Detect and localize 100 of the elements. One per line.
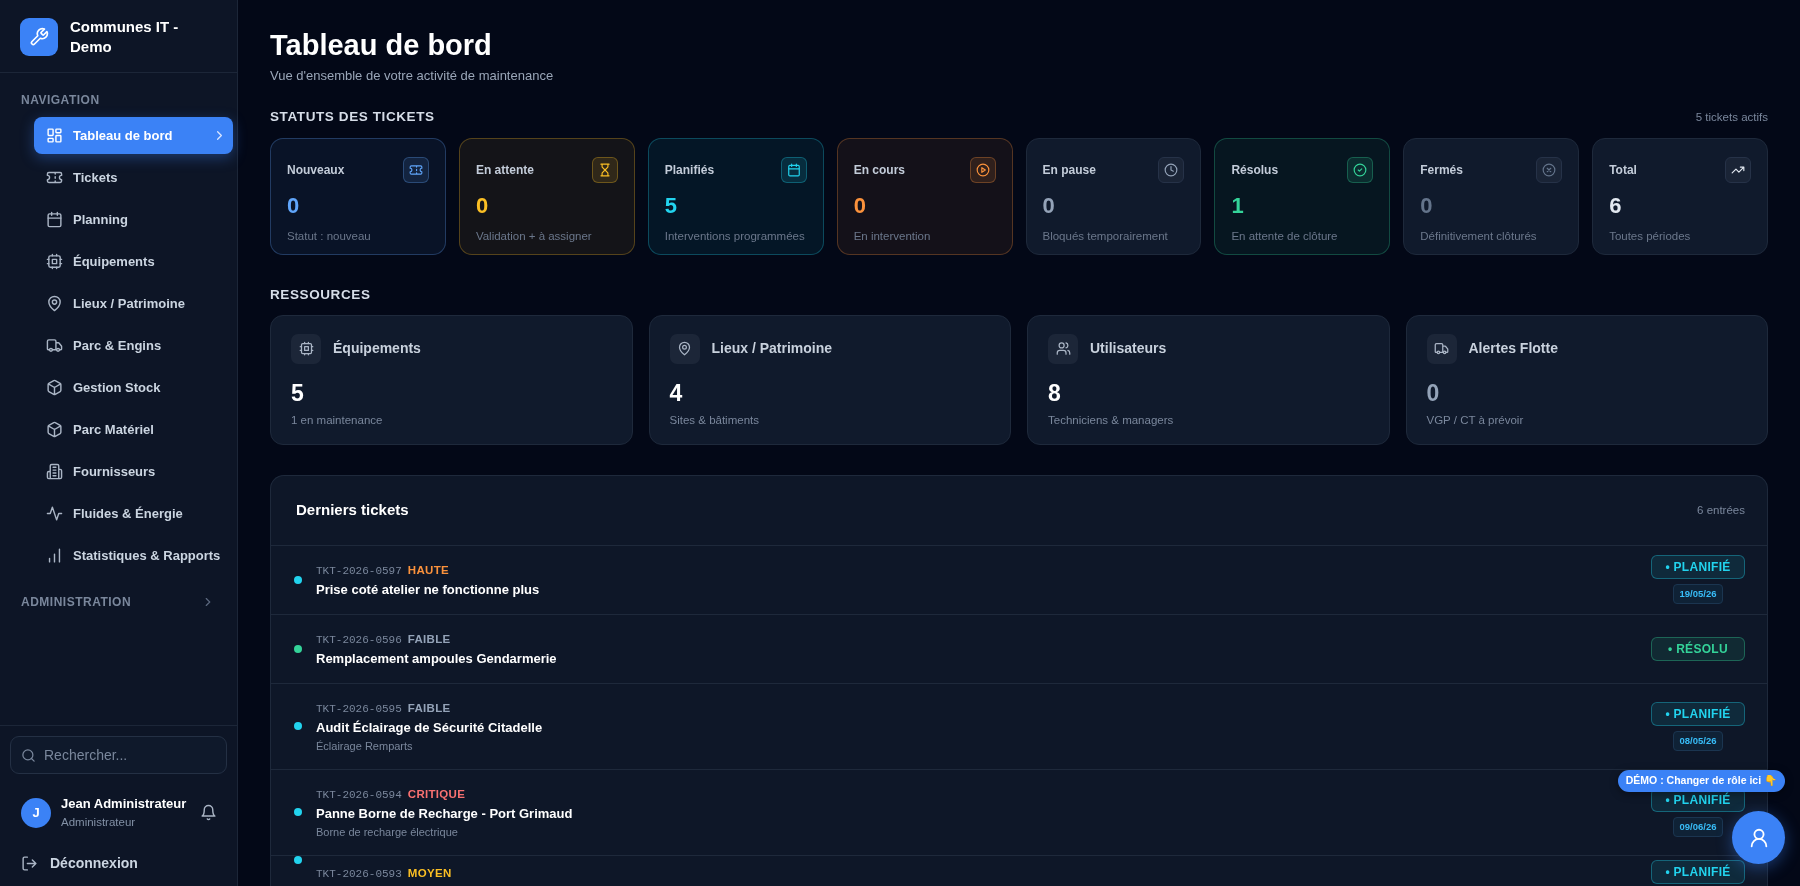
card-note: Toutes périodes	[1609, 228, 1692, 244]
wrench-icon	[29, 26, 49, 47]
card-note: Bloqués temporairement	[1042, 228, 1169, 244]
avatar: J	[21, 797, 51, 828]
calendar-icon	[46, 211, 63, 228]
nav-item[interactable]: Planning	[34, 201, 233, 238]
card-note: Définitivement clôturés	[1420, 228, 1538, 244]
nav-item[interactable]: Parc & Engins	[34, 327, 233, 364]
card-value: 8	[1048, 378, 1062, 408]
card-note: VGP / CT à prévoir	[1426, 413, 1525, 429]
search-field[interactable]: Rechercher...	[10, 736, 227, 775]
status-badge: • PLANIFIÉ	[1651, 555, 1745, 580]
priority-label: CRITIQUE	[407, 787, 466, 800]
chip-icon	[46, 253, 63, 270]
ticket-ref: TKT-2026-0593	[316, 867, 402, 880]
ticket-title: Panne Borne de Recharge - Port Grimaud	[316, 804, 573, 823]
card-value: 4	[669, 378, 684, 408]
nav-item[interactable]: Fluides & Énergie	[34, 495, 233, 532]
card-label: Fermés	[1420, 161, 1463, 179]
card-note: Validation + à assigner	[475, 228, 593, 244]
card-value: 0	[1420, 193, 1434, 218]
section-heading: STATUTS DES TICKETS	[270, 108, 435, 127]
nav-item[interactable]: Tableau de bord	[34, 117, 233, 154]
card-label: Résolus	[1231, 161, 1279, 179]
ticket-location: Éclairage Remparts	[316, 738, 413, 754]
card-note: Techniciens & managers	[1048, 413, 1175, 429]
card-label: En attente	[475, 161, 534, 179]
card-value: 5	[291, 378, 305, 408]
page-subtitle: Vue d'ensemble de votre activité de maintenance	[270, 66, 555, 85]
priority-label: HAUTE	[407, 563, 449, 576]
card-label: En pause	[1042, 161, 1096, 179]
card-note: Statut : nouveau	[287, 228, 372, 244]
demo-tooltip: DÉMO : Changer de rôle ici 👇	[1617, 770, 1785, 792]
card-label: En cours	[853, 161, 905, 179]
card-value: 0	[853, 193, 867, 218]
ticket-ref: TKT-2026-0595	[316, 702, 402, 715]
entry-count: 6 entrées	[1697, 502, 1745, 518]
calendar-icon	[786, 162, 801, 177]
card-label: Utilisateurs	[1090, 339, 1167, 359]
nav-item[interactable]: Équipements	[34, 243, 233, 280]
play-icon	[975, 162, 990, 177]
priority-label: MOYEN	[407, 866, 452, 879]
ticket-ref: TKT-2026-0594	[316, 788, 402, 801]
section-heading: NAVIGATION	[20, 92, 101, 109]
nav-item[interactable]: Tickets	[34, 159, 233, 196]
status-badge: • RÉSOLU	[1651, 636, 1745, 661]
date-chip: 19/05/26	[1672, 584, 1724, 605]
card-value: 0	[287, 193, 301, 218]
ticket-location: Borne de recharge électrique	[316, 824, 458, 840]
card-label: Lieux / Patrimoine	[711, 339, 833, 359]
ticket-ref: TKT-2026-0596	[316, 633, 402, 646]
card-note: Sites & bâtiments	[669, 413, 760, 429]
card-label: Nouveaux	[287, 161, 345, 179]
dashboard-icon	[46, 127, 63, 144]
logout-button[interactable]: Déconnexion	[10, 841, 148, 874]
box-icon	[46, 379, 63, 396]
card-note: Interventions programmées	[664, 228, 806, 244]
card-label: Équipements	[333, 339, 421, 359]
card-value: 0	[475, 193, 490, 218]
building-icon	[46, 463, 63, 480]
card-note: 1 en maintenance	[291, 413, 384, 429]
box-icon	[46, 421, 63, 438]
ticket-icon	[46, 169, 63, 186]
card-value: 5	[664, 193, 678, 218]
logout-icon	[21, 855, 38, 872]
card-value: 0	[1042, 193, 1056, 218]
date-chip: 09/06/26	[1672, 816, 1724, 837]
nav-item[interactable]: Fournisseurs	[34, 453, 233, 490]
card-note: En attente de clôture	[1231, 228, 1339, 244]
card-label: Alertes Flotte	[1468, 339, 1558, 359]
status-badge: • PLANIFIÉ	[1651, 701, 1745, 726]
ticket-count: 5 tickets actifs	[1695, 109, 1768, 125]
status-badge: • PLANIFIÉ	[1651, 859, 1745, 884]
section-toggle[interactable]: ADMINISTRATION	[0, 579, 237, 611]
nav-item[interactable]: Parc Matériel	[34, 411, 233, 448]
panel-title: Derniers tickets	[296, 500, 409, 521]
truck-icon	[46, 337, 63, 354]
x-circle-icon	[1542, 162, 1557, 177]
clock-icon	[1164, 162, 1179, 177]
card-note: En intervention	[853, 228, 932, 244]
notification-button[interactable]	[200, 804, 217, 822]
card-label: Total	[1609, 161, 1637, 179]
nav-item[interactable]: Lieux / Patrimoine	[34, 285, 233, 322]
priority-label: FAIBLE	[407, 701, 451, 714]
card-value: 6	[1609, 193, 1623, 218]
map-pin-icon	[46, 295, 63, 312]
brand-name: Communes IT - Demo	[70, 17, 180, 56]
users-icon	[1055, 341, 1071, 357]
user-role: Administrateur	[61, 814, 137, 830]
search-icon	[21, 748, 36, 764]
ticket-icon	[408, 162, 423, 177]
hourglass-icon	[597, 162, 612, 177]
nav-item[interactable]: Gestion Stock	[34, 369, 233, 406]
bar-chart-icon	[46, 547, 63, 564]
nav-item[interactable]: Statistiques & Rapports	[34, 537, 233, 574]
bell-icon	[200, 804, 217, 822]
ticket-ref: TKT-2026-0597	[316, 564, 402, 577]
ticket-title: Remplacement ampoules Gendarmerie	[316, 649, 557, 668]
card-label: Planifiés	[664, 161, 715, 179]
card-value: 0	[1426, 378, 1441, 408]
